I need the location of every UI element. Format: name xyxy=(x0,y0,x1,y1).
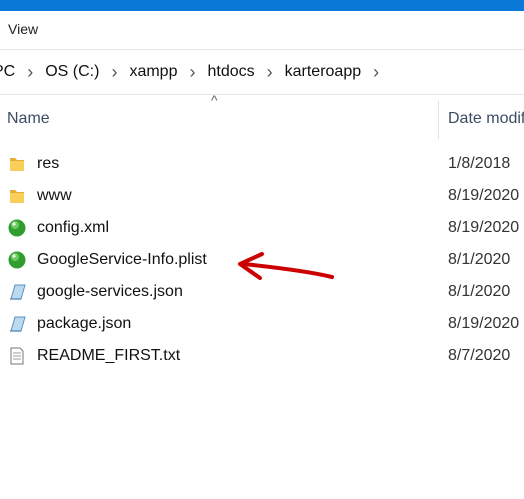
file-name: README_FIRST.txt xyxy=(37,347,181,364)
breadcrumb-separator-icon[interactable]: › xyxy=(177,62,207,83)
breadcrumb-separator-icon[interactable]: › xyxy=(99,62,129,83)
title-bar xyxy=(0,0,524,11)
json-file-icon xyxy=(7,282,27,302)
file-name: www xyxy=(37,187,72,204)
file-row[interactable]: package.json 8/19/2020 xyxy=(0,308,524,340)
text-file-icon xyxy=(7,346,27,366)
file-row[interactable]: README_FIRST.txt 8/7/2020 xyxy=(0,340,524,372)
file-date-modified: 8/7/2020 xyxy=(448,347,511,364)
annotation-arrow-icon xyxy=(238,252,334,280)
file-date-modified: 8/19/2020 xyxy=(448,219,520,236)
breadcrumb-karteroapp[interactable]: karteroapp xyxy=(285,63,362,81)
breadcrumb-os-drive[interactable]: OS (C:) xyxy=(45,63,99,81)
breadcrumb-htdocs[interactable]: htdocs xyxy=(207,63,254,81)
folder-icon xyxy=(7,154,27,174)
column-header: ^ Name Date modified xyxy=(0,92,524,141)
file-date-modified: 8/1/2020 xyxy=(448,251,511,268)
column-header-name[interactable]: Name xyxy=(7,110,50,128)
file-name: config.xml xyxy=(37,219,110,236)
file-name: res xyxy=(37,155,60,172)
file-name: package.json xyxy=(37,315,132,332)
column-divider[interactable] xyxy=(438,101,439,139)
ribbon-tab-view[interactable]: View xyxy=(8,21,38,37)
breadcrumb-separator-icon[interactable]: › xyxy=(255,62,285,83)
address-bar[interactable]: PC › OS (C:) › xampp › htdocs › karteroa… xyxy=(0,49,524,95)
breadcrumb-xampp[interactable]: xampp xyxy=(129,63,177,81)
file-row[interactable]: www 8/19/2020 xyxy=(0,180,524,212)
breadcrumb-pc[interactable]: PC xyxy=(0,63,15,81)
sort-ascending-icon: ^ xyxy=(211,92,218,108)
green-globe-icon xyxy=(7,250,27,270)
column-header-date-modified[interactable]: Date modified xyxy=(448,110,524,128)
file-date-modified: 1/8/2018 xyxy=(448,155,511,172)
breadcrumb: PC › OS (C:) › xampp › htdocs › karteroa… xyxy=(0,50,391,94)
file-name: GoogleService-Info.plist xyxy=(37,251,207,268)
green-globe-icon xyxy=(7,218,27,238)
folder-icon xyxy=(7,186,27,206)
file-date-modified: 8/19/2020 xyxy=(448,187,520,204)
file-name: google-services.json xyxy=(37,283,183,300)
file-date-modified: 8/1/2020 xyxy=(448,283,511,300)
file-row[interactable]: res 1/8/2018 xyxy=(0,148,524,180)
breadcrumb-separator-icon[interactable]: › xyxy=(361,62,391,83)
file-date-modified: 8/19/2020 xyxy=(448,315,520,332)
json-file-icon xyxy=(7,314,27,334)
ribbon: View xyxy=(0,11,524,49)
file-row[interactable]: config.xml 8/19/2020 xyxy=(0,212,524,244)
breadcrumb-separator-icon[interactable]: › xyxy=(15,62,45,83)
